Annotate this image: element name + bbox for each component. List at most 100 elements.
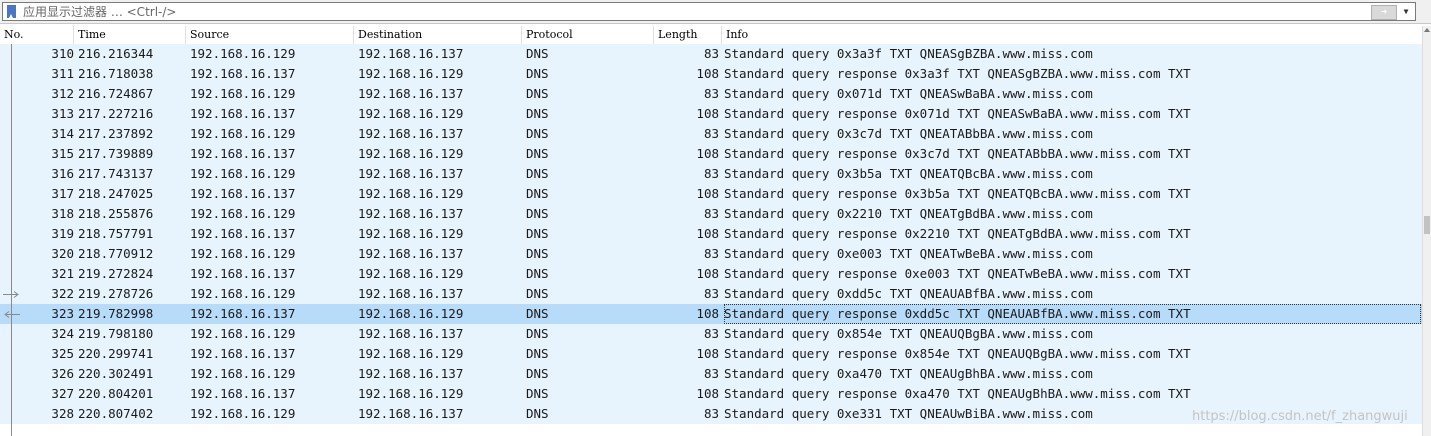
- packet-source: 192.168.16.129: [190, 206, 296, 221]
- table-row[interactable]: 321 219.272824 192.168.16.137 192.168.16.12…: [0, 264, 1422, 284]
- packet-destination: 192.168.16.129: [358, 266, 464, 281]
- packet-protocol: DNS: [526, 266, 549, 281]
- column-header-protocol[interactable]: Protocol: [522, 26, 654, 44]
- packet-source: 192.168.16.129: [190, 366, 296, 381]
- packet-length: 108: [696, 66, 719, 81]
- packet-length: 83: [703, 206, 719, 221]
- packet-time: 217.237892: [78, 126, 154, 141]
- scroll-up-icon[interactable]: [1424, 28, 1430, 32]
- packet-time: 217.743137: [78, 166, 154, 181]
- table-row[interactable]: 325 220.299741 192.168.16.137 192.168.16.12…: [0, 344, 1422, 364]
- packet-source: 192.168.16.129: [190, 326, 296, 341]
- packet-protocol: DNS: [526, 86, 549, 101]
- packet-protocol: DNS: [526, 406, 549, 421]
- table-row[interactable]: 324 219.798180 192.168.16.129 192.168.16.13…: [0, 324, 1422, 344]
- chevron-down-icon[interactable]: ▼: [1400, 6, 1412, 18]
- packet-length: 108: [696, 186, 719, 201]
- packet-time: 216.724867: [78, 86, 154, 101]
- column-header-no[interactable]: No.: [0, 26, 74, 44]
- packet-destination: 192.168.16.137: [358, 206, 464, 221]
- packet-protocol: DNS: [526, 306, 549, 321]
- packet-destination: 192.168.16.137: [358, 246, 464, 261]
- packet-time: 217.739889: [78, 146, 154, 161]
- packet-time: 219.798180: [78, 326, 154, 341]
- packet-info: Standard query response 0x3a3f TXT QNEAS…: [724, 66, 1191, 81]
- packet-source: 192.168.16.137: [190, 106, 296, 121]
- vertical-scrollbar[interactable]: [1422, 26, 1431, 436]
- packet-destination: 192.168.16.137: [358, 46, 464, 61]
- bookmark-icon[interactable]: [7, 5, 16, 18]
- packet-source: 192.168.16.129: [190, 166, 296, 181]
- packet-protocol: DNS: [526, 286, 549, 301]
- packet-source: 192.168.16.137: [190, 266, 296, 281]
- packet-source: 192.168.16.137: [190, 146, 296, 161]
- packet-time: 219.272824: [78, 266, 154, 281]
- packet-time: 219.782998: [78, 306, 154, 321]
- column-header-info[interactable]: Info: [722, 26, 1422, 44]
- packet-length: 83: [703, 246, 719, 261]
- display-filter-input[interactable]: 应用显示过滤器 … <Ctrl-/> ➜ ▼: [2, 2, 1416, 21]
- column-header-destination[interactable]: Destination: [354, 26, 522, 44]
- table-row[interactable]: 320 218.770912 192.168.16.129 192.168.16.13…: [0, 244, 1422, 264]
- packet-protocol: DNS: [526, 66, 549, 81]
- packet-length: 108: [696, 106, 719, 121]
- packet-source: 192.168.16.137: [190, 306, 296, 321]
- packet-destination: 192.168.16.129: [358, 186, 464, 201]
- packet-protocol: DNS: [526, 206, 549, 221]
- packet-destination: 192.168.16.129: [358, 146, 464, 161]
- table-row[interactable]: 316 217.743137 192.168.16.129 192.168.16.13…: [0, 164, 1422, 184]
- packet-protocol: DNS: [526, 186, 549, 201]
- packet-protocol: DNS: [526, 386, 549, 401]
- table-row[interactable]: 315 217.739889 192.168.16.137 192.168.16.12…: [0, 144, 1422, 164]
- packet-time: 218.247025: [78, 186, 154, 201]
- packet-destination: 192.168.16.137: [358, 126, 464, 141]
- packet-length: 83: [703, 406, 719, 421]
- table-row[interactable]: 326 220.302491 192.168.16.129 192.168.16.13…: [0, 364, 1422, 384]
- table-row[interactable]: 323 219.782998 192.168.16.137 192.168.16.12…: [0, 304, 1422, 324]
- packet-source: 192.168.16.137: [190, 66, 296, 81]
- packet-protocol: DNS: [526, 226, 549, 241]
- packet-protocol: DNS: [526, 246, 549, 261]
- column-header-source[interactable]: Source: [186, 26, 354, 44]
- packet-destination: 192.168.16.137: [358, 86, 464, 101]
- packet-info: Standard query response 0xe003 TXT QNEAT…: [724, 266, 1191, 281]
- filter-placeholder: 应用显示过滤器 … <Ctrl-/>: [23, 5, 177, 19]
- table-row[interactable]: 312 216.724867 192.168.16.129 192.168.16.13…: [0, 84, 1422, 104]
- table-row[interactable]: 317 218.247025 192.168.16.137 192.168.16.12…: [0, 184, 1422, 204]
- packet-time: 218.757791: [78, 226, 154, 241]
- packet-length: 83: [703, 126, 719, 141]
- table-row[interactable]: 318 218.255876 192.168.16.129 192.168.16.13…: [0, 204, 1422, 224]
- packet-protocol: DNS: [526, 366, 549, 381]
- packet-destination: 192.168.16.129: [358, 346, 464, 361]
- table-row[interactable]: 319 218.757791 192.168.16.137 192.168.16.12…: [0, 224, 1422, 244]
- packet-info: Standard query 0x2210 TXT QNEATgBdBA.www…: [724, 206, 1093, 221]
- packet-destination: 192.168.16.129: [358, 226, 464, 241]
- column-header-length[interactable]: Length: [654, 26, 722, 44]
- apply-filter-button[interactable]: ➜: [1371, 5, 1397, 20]
- packet-info: Standard query response 0xa470 TXT QNEAU…: [724, 386, 1191, 401]
- packet-protocol: DNS: [526, 326, 549, 341]
- packet-destination: 192.168.16.129: [358, 66, 464, 81]
- table-row[interactable]: 322 219.278726 192.168.16.129 192.168.16.13…: [0, 284, 1422, 304]
- packet-time: 220.804201: [78, 386, 154, 401]
- packet-time: 220.299741: [78, 346, 154, 361]
- packet-protocol: DNS: [526, 146, 549, 161]
- table-row[interactable]: 310 216.216344 192.168.16.129 192.168.16.13…: [0, 44, 1422, 64]
- watermark: https://blog.csdn.net/f_zhangwuji: [1192, 409, 1408, 424]
- packet-destination: 192.168.16.137: [358, 406, 464, 421]
- packet-info: Standard query 0x3b5a TXT QNEATQBcBA.www…: [724, 166, 1093, 181]
- packet-length: 83: [703, 286, 719, 301]
- packet-destination: 192.168.16.129: [358, 106, 464, 121]
- table-row[interactable]: 314 217.237892 192.168.16.129 192.168.16.13…: [0, 124, 1422, 144]
- packet-info: Standard query 0xa470 TXT QNEAUgBhBA.www…: [724, 366, 1093, 381]
- packet-time: 217.227216: [78, 106, 154, 121]
- table-row[interactable]: 311 216.718038 192.168.16.137 192.168.16.12…: [0, 64, 1422, 84]
- table-row[interactable]: 327 220.804201 192.168.16.137 192.168.16.12…: [0, 384, 1422, 404]
- packet-info: Standard query 0x071d TXT QNEASwBaBA.www…: [724, 86, 1093, 101]
- packet-source: 192.168.16.129: [190, 86, 296, 101]
- table-row[interactable]: 313 217.227216 192.168.16.137 192.168.16.12…: [0, 104, 1422, 124]
- column-header-time[interactable]: Time: [74, 26, 186, 44]
- scroll-thumb[interactable]: [1424, 216, 1430, 234]
- packet-time: 218.770912: [78, 246, 154, 261]
- packet-length: 108: [696, 266, 719, 281]
